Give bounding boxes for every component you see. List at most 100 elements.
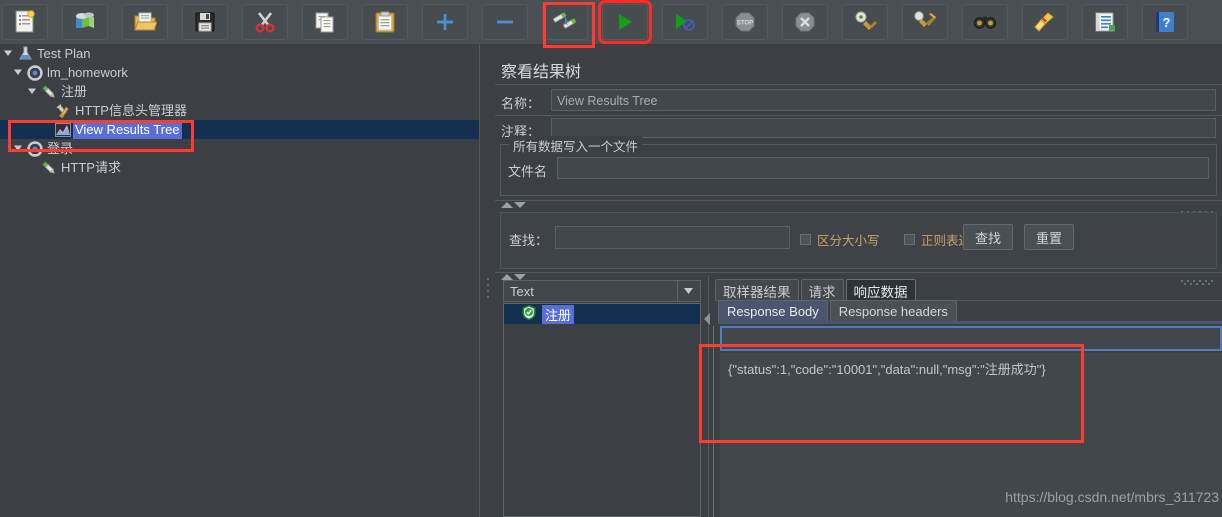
response-sub-tabs[interactable]: Response Body Response headers <box>718 300 959 323</box>
name-input[interactable]: View Results Tree <box>551 89 1216 111</box>
splitter-onetouch-1[interactable] <box>501 202 526 208</box>
tab-response-data[interactable]: 响应数据 <box>845 279 916 301</box>
paste-button[interactable] <box>362 4 408 40</box>
start-no-pauses-button[interactable] <box>662 4 708 40</box>
filename-input[interactable] <box>557 157 1209 179</box>
grip-dots-2 <box>1179 273 1217 288</box>
new-button[interactable] <box>2 4 48 40</box>
collapse-all-button[interactable] <box>482 4 528 40</box>
tree-node-label: HTTP请求 <box>61 160 121 175</box>
results-splitter-arrow[interactable] <box>703 312 711 329</box>
open-button[interactable] <box>122 4 168 40</box>
tree-node-label: lm_homework <box>47 65 128 80</box>
comment-input[interactable] <box>551 118 1216 138</box>
list-item[interactable]: 注册 <box>504 304 700 324</box>
list-item-label: 注册 <box>542 304 575 324</box>
write-all-data-group-title: 所有数据写入一个文件 <box>509 136 643 155</box>
clear-button[interactable] <box>842 4 888 40</box>
tree-node-label: HTTP信息头管理器 <box>75 103 187 118</box>
tree-node-thread-group[interactable]: lm_homework <box>0 63 479 82</box>
save-icon <box>194 11 216 33</box>
test-plan-icon <box>15 44 35 63</box>
splitter-divider-2 <box>495 272 1222 273</box>
copy-icon <box>314 11 336 33</box>
success-shield-icon <box>522 304 536 323</box>
tab-sampler-result[interactable]: 取样器结果 <box>715 279 799 301</box>
page-title: 察看结果树 <box>501 64 582 81</box>
case-sensitive-checkbox[interactable] <box>800 234 811 245</box>
body-left-rule <box>713 326 714 517</box>
function-helper-icon <box>1094 11 1116 33</box>
chevron-down-icon[interactable] <box>2 44 15 63</box>
tree-node-register-request[interactable]: 注册 <box>0 82 479 101</box>
copy-button[interactable] <box>302 4 348 40</box>
search-icon <box>973 13 997 31</box>
view-results-tree-icon <box>53 120 73 139</box>
main-toolbar: STOP ? <box>0 0 1222 45</box>
reset-search-button[interactable] <box>1022 4 1068 40</box>
regex-checkbox[interactable] <box>904 234 915 245</box>
tree-node-view-results-tree[interactable]: View Results Tree <box>0 120 479 139</box>
chevron-down-icon[interactable] <box>12 63 25 82</box>
start-button[interactable] <box>598 0 652 44</box>
splitter-grip[interactable] <box>486 276 490 302</box>
reset-search-icon <box>1034 11 1056 33</box>
expand-all-button[interactable] <box>422 4 468 40</box>
templates-button[interactable] <box>62 4 108 40</box>
svg-text:STOP: STOP <box>737 21 753 27</box>
function-helper-button[interactable] <box>1082 4 1128 40</box>
result-tabs[interactable]: 取样器结果 请求 响应数据 <box>715 279 918 301</box>
response-search-input[interactable] <box>720 326 1222 351</box>
save-button[interactable] <box>182 4 228 40</box>
find-input[interactable] <box>555 226 790 249</box>
toggle-button[interactable] <box>542 4 588 40</box>
header-manager-icon <box>53 101 73 120</box>
cut-button[interactable] <box>242 4 288 40</box>
results-list[interactable]: 注册 <box>503 303 701 517</box>
tab-response-body[interactable]: Response Body <box>718 300 828 323</box>
reset-button[interactable]: 重置 <box>1024 224 1074 250</box>
tree-node-label: 登录 <box>47 141 74 156</box>
tree-node-header-manager[interactable]: HTTP信息头管理器 <box>0 101 479 120</box>
tree-node-label: Test Plan <box>37 46 91 61</box>
http-request-icon <box>39 158 59 177</box>
clear-all-button[interactable] <box>902 4 948 40</box>
title-divider <box>495 84 1222 85</box>
find-label: 查找： <box>509 233 549 248</box>
shutdown-button[interactable] <box>782 4 828 40</box>
chevron-down-icon[interactable] <box>12 139 25 158</box>
clear-icon <box>853 11 877 33</box>
new-icon <box>14 10 36 34</box>
view-results-tree-panel: 察看结果树 名称： View Results Tree 注释： 所有数据写入一个… <box>495 44 1222 517</box>
search-button[interactable] <box>962 4 1008 40</box>
renderer-select[interactable]: Text <box>503 280 701 302</box>
watermark-text: https://blog.csdn.net/mbrs_311723 <box>1005 489 1219 505</box>
help-button[interactable]: ? <box>1142 4 1188 40</box>
renderer-select-value: Text <box>510 283 534 299</box>
case-sensitive-label: 区分大小写 <box>817 234 880 248</box>
splitter-divider-1 <box>495 200 1222 201</box>
help-icon: ? <box>1155 11 1175 33</box>
chevron-down-icon[interactable] <box>26 82 39 101</box>
tab-request[interactable]: 请求 <box>800 279 844 301</box>
tree-node-http-request[interactable]: HTTP请求 <box>0 158 479 177</box>
find-button[interactable]: 查找 <box>963 224 1013 250</box>
stop-button[interactable]: STOP <box>722 4 768 40</box>
expand-all-icon <box>435 12 455 32</box>
collapse-all-icon <box>495 12 515 32</box>
http-request-icon <box>39 82 59 101</box>
paste-icon <box>374 11 396 33</box>
test-plan-tree[interactable]: Test Plan lm_homework 注册 HTTP信息头管理器 View… <box>0 44 479 517</box>
collapse-up-icon[interactable] <box>501 202 513 208</box>
chevron-down-icon[interactable] <box>677 281 700 301</box>
cut-icon <box>254 11 276 33</box>
tree-node-login-group[interactable]: 登录 <box>0 139 479 158</box>
tree-node-test-plan[interactable]: Test Plan <box>0 44 479 63</box>
expand-down-icon[interactable] <box>514 202 526 208</box>
name-divider <box>495 115 1222 116</box>
thread-group-icon <box>25 139 45 158</box>
thread-group-icon <box>25 63 45 82</box>
tab-response-headers[interactable]: Response headers <box>829 300 957 323</box>
